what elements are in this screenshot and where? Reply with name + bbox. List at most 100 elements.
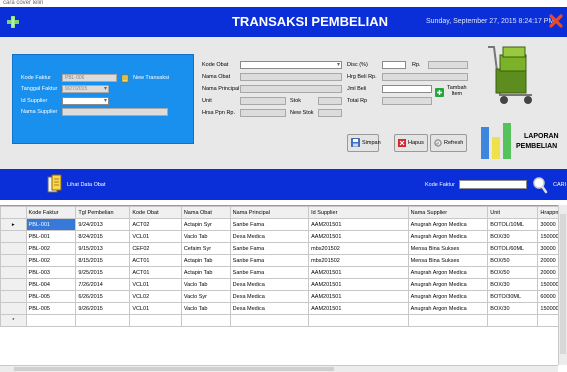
table-cell[interactable]: ACT01: [129, 266, 182, 279]
table-cell[interactable]: Anugrah Argon Medica: [407, 278, 489, 291]
tambah-item-button[interactable]: Tambah Item: [447, 85, 467, 97]
table-cell[interactable]: Vaclo Tab: [180, 278, 231, 291]
kode-obat-select[interactable]: [240, 61, 342, 69]
vertical-scrollbar[interactable]: [558, 205, 567, 365]
lihat-data-obat-link[interactable]: Lihat Data Obat: [67, 182, 106, 188]
table-cell[interactable]: Dexa Medica: [229, 290, 310, 303]
disc-rp-field[interactable]: [428, 61, 468, 69]
table-cell[interactable]: BOTO/30ML: [487, 290, 539, 303]
table-cell[interactable]: BOTOL/10ML: [487, 218, 539, 231]
table-cell[interactable]: Mensa Bina Sukses: [407, 254, 489, 267]
column-header[interactable]: Unit: [487, 206, 539, 219]
column-header[interactable]: Kode Faktur: [25, 206, 77, 219]
nama-obat-field[interactable]: [240, 73, 342, 81]
table-cell[interactable]: PBL-003: [25, 266, 77, 279]
table-cell[interactable]: CEF02: [129, 242, 182, 255]
row-header[interactable]: ▸: [0, 218, 27, 231]
table-cell[interactable]: AAM201501: [308, 302, 409, 315]
table-cell[interactable]: VCL02: [129, 290, 182, 303]
table-row[interactable]: PBL-004 7/26/2014 VCL01 Vaclo Tab Dexa Medic…: [0, 278, 567, 291]
table-cell[interactable]: Sanbe Fama: [229, 266, 310, 279]
table-cell[interactable]: Vaclo Syr: [180, 290, 231, 303]
table-cell[interactable]: BOX/50: [487, 254, 539, 267]
row-header[interactable]: [0, 254, 27, 267]
jml-beli-field[interactable]: [382, 85, 432, 93]
table-cell[interactable]: Actapin Tab: [180, 266, 231, 279]
table-cell[interactable]: BOX/30: [487, 230, 539, 243]
row-header[interactable]: [0, 278, 27, 291]
table-cell[interactable]: PBL-002: [25, 242, 77, 255]
column-header[interactable]: Kode Obat: [129, 206, 182, 219]
refresh-button[interactable]: Refresh: [430, 134, 467, 152]
new-transaction-icon[interactable]: [121, 74, 130, 83]
table-cell[interactable]: ACT01: [129, 254, 182, 267]
table-cell[interactable]: 8/24/2015: [75, 230, 131, 243]
table-row[interactable]: PBL-005 9/26/2015 VCL01 Vaclo Tab Dexa Medic…: [0, 302, 567, 315]
table-cell[interactable]: Sanbe Fama: [229, 218, 310, 231]
table-cell[interactable]: Dexa Medica: [229, 278, 310, 291]
table-cell[interactable]: PBL-001: [25, 230, 77, 243]
table-cell[interactable]: [487, 314, 539, 327]
table-cell[interactable]: 9/15/2013: [75, 242, 131, 255]
table-cell[interactable]: AAM201501: [308, 230, 409, 243]
row-header[interactable]: [0, 302, 27, 315]
table-row[interactable]: PBL-002 8/15/2015 ACT01 Actapin Tab Sanbe Fa…: [0, 254, 567, 267]
table-cell[interactable]: Anugrah Argon Medica: [407, 290, 489, 303]
table-cell[interactable]: BOX/30: [487, 302, 539, 315]
report-chart-icon[interactable]: [480, 119, 513, 159]
hrsa-ppn-field[interactable]: [240, 109, 286, 117]
table-cell[interactable]: Actapin Syr: [180, 218, 231, 231]
table-cell[interactable]: Anugrah Argon Medica: [407, 218, 489, 231]
unit-field[interactable]: [240, 97, 286, 105]
table-cell[interactable]: AAM201501: [308, 278, 409, 291]
table-cell[interactable]: mbs201502: [308, 254, 409, 267]
table-cell[interactable]: [407, 314, 489, 327]
view-drugs-icon[interactable]: [46, 174, 63, 194]
table-cell[interactable]: Anugrah Argon Medica: [407, 302, 489, 315]
table-cell[interactable]: 9/26/2015: [75, 302, 131, 315]
column-header[interactable]: Nama Obat: [180, 206, 231, 219]
table-cell[interactable]: mbs201502: [308, 242, 409, 255]
table-cell[interactable]: AAM201501: [308, 266, 409, 279]
id-supplier-select[interactable]: [62, 97, 109, 105]
table-cell[interactable]: VCL01: [129, 230, 182, 243]
new-stok-field[interactable]: [318, 109, 342, 117]
table-cell[interactable]: Sanbe Fama: [229, 254, 310, 267]
laporan-label-2[interactable]: PEMBELIAN: [516, 143, 557, 150]
table-cell[interactable]: AAM201501: [308, 290, 409, 303]
new-row[interactable]: *: [0, 314, 567, 327]
table-cell[interactable]: Vaclo Tab: [180, 230, 231, 243]
table-cell[interactable]: BOX/30: [487, 278, 539, 291]
table-cell[interactable]: Dexa Medica: [229, 230, 310, 243]
simpan-button[interactable]: Simpan: [347, 134, 381, 152]
table-cell[interactable]: 9/24/2013: [75, 218, 131, 231]
column-header[interactable]: Nama Supplier: [407, 206, 489, 219]
tanggal-faktur-picker[interactable]: 9/27/2015: [62, 85, 109, 93]
table-cell[interactable]: BOX/50: [487, 266, 539, 279]
laporan-label-1[interactable]: LAPORAN: [524, 133, 559, 140]
table-cell[interactable]: [129, 314, 182, 327]
row-header[interactable]: [0, 230, 27, 243]
stok-field[interactable]: [318, 97, 342, 105]
row-header[interactable]: [0, 266, 27, 279]
row-header[interactable]: [0, 242, 27, 255]
disc-field[interactable]: [382, 61, 406, 69]
table-cell[interactable]: 8/15/2015: [75, 254, 131, 267]
table-cell[interactable]: BOTOL/60ML: [487, 242, 539, 255]
table-cell[interactable]: Anugrah Argon Medica: [407, 230, 489, 243]
table-cell[interactable]: Anugrah Argon Medica: [407, 266, 489, 279]
table-row[interactable]: PBL-005 6/26/2015 VCL02 Vaclo Syr Dexa Medic…: [0, 290, 567, 303]
table-cell[interactable]: [75, 314, 131, 327]
table-cell[interactable]: 6/26/2015: [75, 290, 131, 303]
table-cell[interactable]: Actapin Tab: [180, 254, 231, 267]
column-header[interactable]: Id Supplier: [308, 206, 409, 219]
search-icon[interactable]: [532, 176, 548, 194]
add-icon[interactable]: [435, 88, 444, 97]
total-field[interactable]: [382, 97, 432, 105]
hrg-beli-field[interactable]: [382, 73, 468, 81]
table-cell[interactable]: VCL01: [129, 302, 182, 315]
close-icon[interactable]: [548, 13, 564, 29]
table-cell[interactable]: Mensa Bina Sukses: [407, 242, 489, 255]
horizontal-scrollbar[interactable]: [0, 365, 558, 372]
nama-principal-field[interactable]: [240, 85, 342, 93]
